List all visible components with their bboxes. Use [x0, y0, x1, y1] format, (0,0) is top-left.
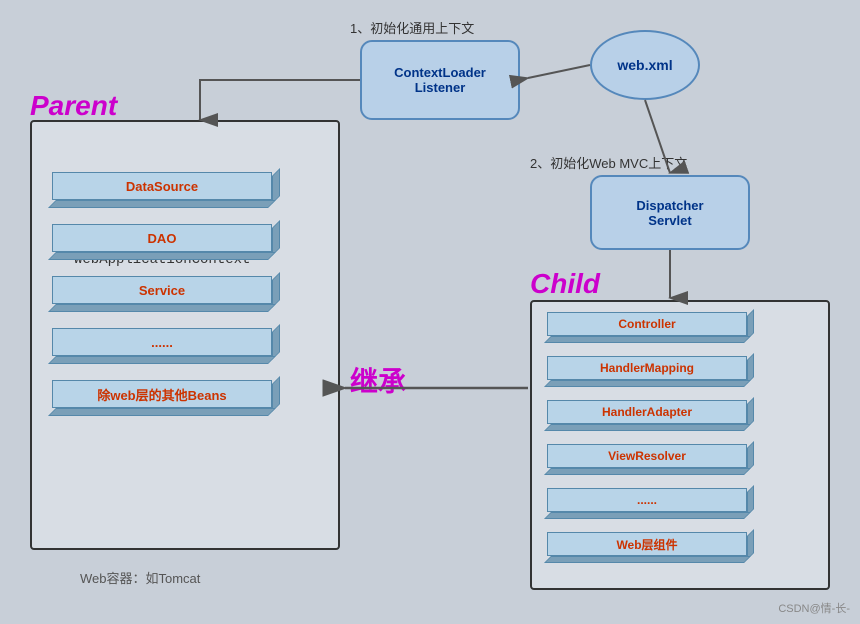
controller-side-bottom	[544, 336, 751, 343]
dispatcher-text: DispatcherServlet	[636, 198, 703, 228]
other-beans-label: 除web层的其他Beans	[52, 380, 272, 408]
dots-side-right	[272, 324, 280, 360]
controller-card: Controller	[547, 312, 747, 342]
ctx-loader-box: ContextLoaderListener	[360, 40, 520, 120]
handler-mapping-side-bottom	[544, 380, 751, 387]
handler-mapping-label: HandlerMapping	[547, 356, 747, 380]
web-component-label: Web层组件	[547, 532, 747, 556]
datasource-label: DataSource	[52, 172, 272, 200]
child-box: Controller HandlerMapping HandlerAdapter…	[530, 300, 830, 590]
datasource-side-bottom	[48, 200, 276, 208]
dispatcher-box: DispatcherServlet	[590, 175, 750, 250]
dao-card: DAO	[52, 224, 272, 258]
ctx-loader-text: ContextLoaderListener	[394, 65, 486, 95]
webxml-oval: web.xml	[590, 30, 700, 100]
handler-adapter-side-bottom	[544, 424, 751, 431]
child-dots-label: ......	[547, 488, 747, 512]
child-cards-container: Controller HandlerMapping HandlerAdapter…	[547, 312, 747, 562]
web-container-label: Web容器：如Tomcat	[80, 568, 200, 587]
arrow-ctx-to-parent	[200, 80, 360, 120]
service-side-bottom	[48, 304, 276, 312]
handler-adapter-label: HandlerAdapter	[547, 400, 747, 424]
parent-cards-container: DataSource DAO Service ......	[52, 172, 272, 414]
datasource-side-right	[272, 168, 280, 204]
view-resolver-label: ViewResolver	[547, 444, 747, 468]
dao-side-bottom	[48, 252, 276, 260]
web-component-card: Web层组件	[547, 532, 747, 562]
child-dots-side-bottom	[544, 512, 751, 519]
dao-label: DAO	[52, 224, 272, 252]
annotation-init-mvc: 2、初始化Web MVC上下文	[530, 153, 687, 172]
diagram-container: Parent WebApplicationContext DataSource …	[0, 0, 860, 624]
view-resolver-card: ViewResolver	[547, 444, 747, 474]
service-card: Service	[52, 276, 272, 310]
web-component-side-bottom	[544, 556, 751, 563]
datasource-card: DataSource	[52, 172, 272, 206]
service-label: Service	[52, 276, 272, 304]
inherit-label: 继承	[350, 360, 406, 400]
view-resolver-side-bottom	[544, 468, 751, 475]
parent-label: Parent	[30, 90, 117, 122]
handler-mapping-card: HandlerMapping	[547, 356, 747, 386]
service-side-right	[272, 272, 280, 308]
webxml-label: web.xml	[617, 57, 672, 73]
dots-side-bottom	[48, 356, 276, 364]
dots-label: ......	[52, 328, 272, 356]
other-beans-side-right	[272, 376, 280, 412]
controller-label: Controller	[547, 312, 747, 336]
other-beans-card: 除web层的其他Beans	[52, 380, 272, 414]
annotation-init-context: 1、初始化通用上下文	[350, 18, 474, 37]
arrow-webxml-to-ctx	[528, 65, 590, 78]
handler-adapter-card: HandlerAdapter	[547, 400, 747, 430]
other-beans-side-bottom	[48, 408, 276, 416]
child-label: Child	[530, 268, 600, 300]
child-dots-card: ......	[547, 488, 747, 518]
dots-card: ......	[52, 328, 272, 362]
dao-side-right	[272, 220, 280, 256]
watermark: CSDN@情-长-	[778, 600, 850, 616]
parent-box: WebApplicationContext DataSource DAO Ser…	[30, 120, 340, 550]
